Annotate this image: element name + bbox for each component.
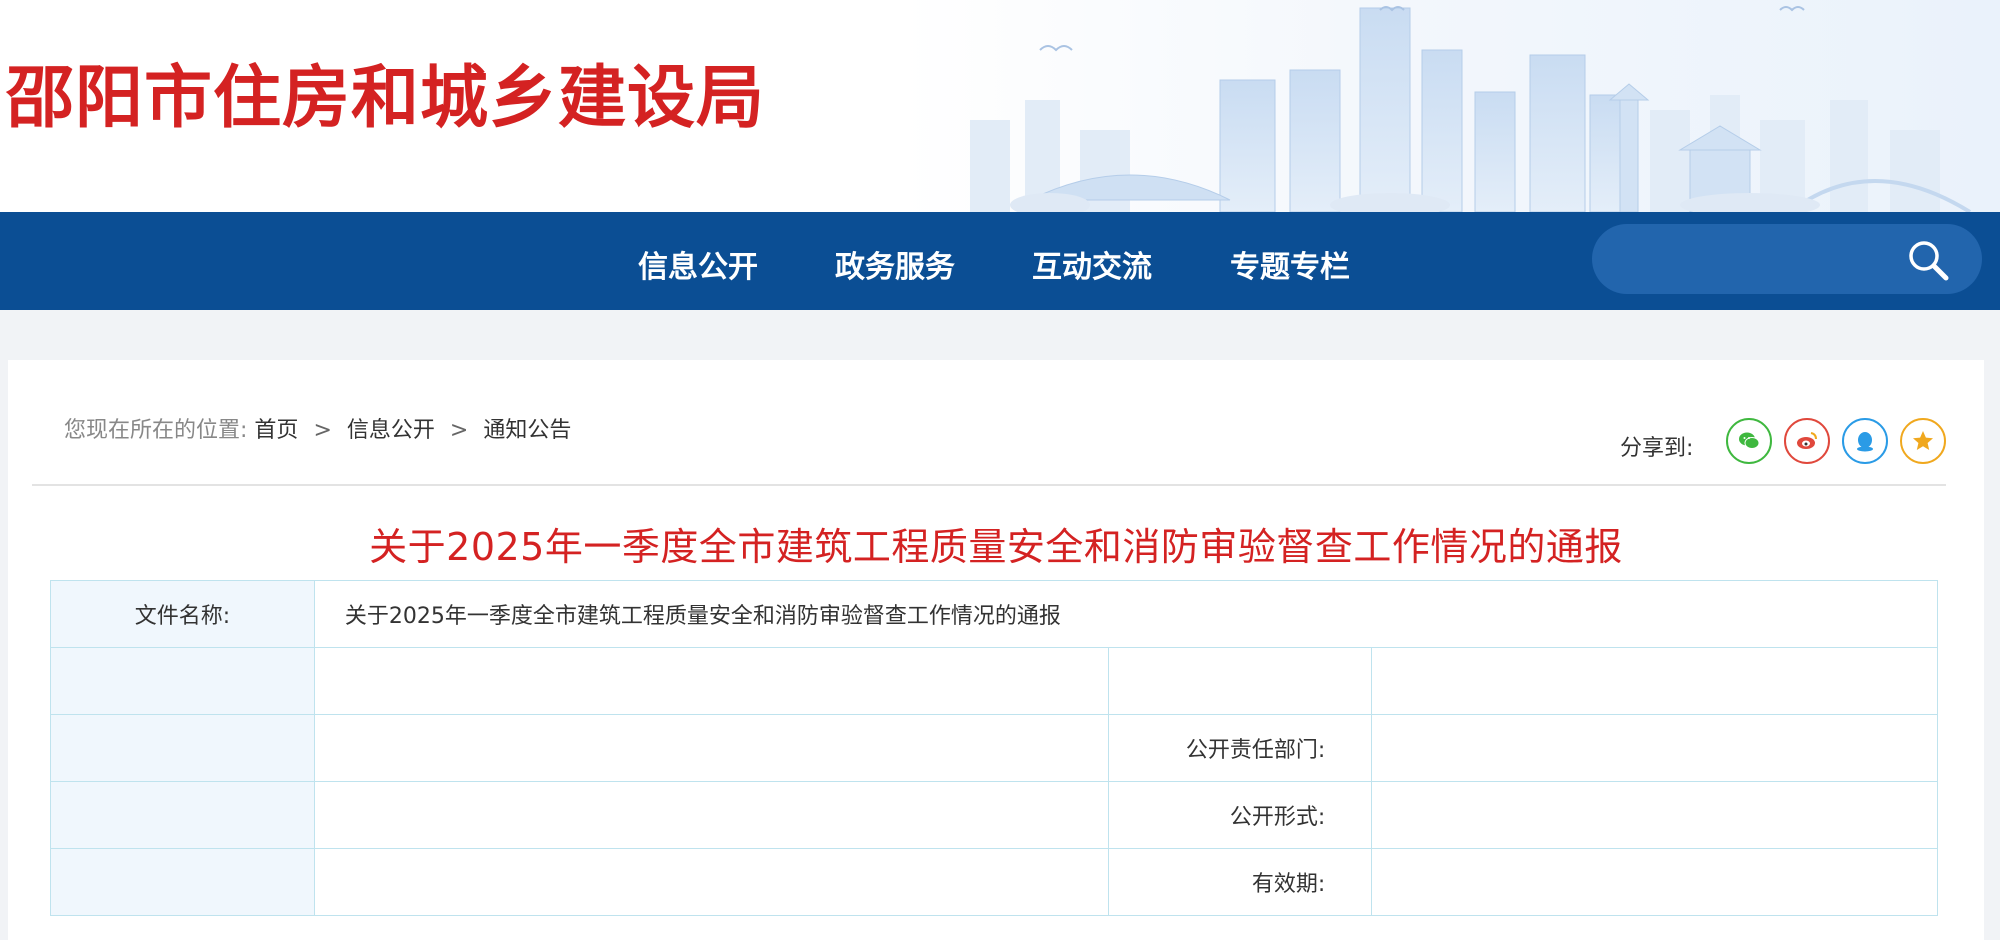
breadcrumb-separator: > (449, 418, 469, 443)
table-cell (50, 647, 315, 715)
search-box (1592, 224, 1982, 294)
divider (32, 484, 1946, 486)
table-cell (50, 848, 315, 916)
search-input[interactable] (1622, 238, 1892, 280)
share-weibo-button[interactable] (1784, 418, 1830, 464)
nav-item-special-topics[interactable]: 专题专栏 (1230, 242, 1350, 286)
search-icon[interactable] (1904, 236, 1952, 284)
share-qq-button[interactable] (1842, 418, 1888, 464)
table-cell (50, 714, 315, 782)
qq-icon (1857, 432, 1873, 452)
nav-item-interaction[interactable]: 互动交流 (1032, 242, 1152, 286)
table-cell (313, 781, 1110, 849)
table-cell (1371, 647, 1938, 715)
share-wechat-button[interactable] (1726, 418, 1772, 464)
table-cell (1371, 714, 1938, 782)
city-skyline-illustration (970, 6, 1972, 212)
share-favorite-button[interactable] (1900, 418, 1946, 464)
table-row: 有效期: (50, 848, 1938, 916)
content-card: 您现在所在的位置: 首页 > 信息公开 > 通知公告 分享到: 关于2025年一… (8, 360, 1984, 940)
file-name-value: 关于2025年一季度全市建筑工程质量安全和消防审验督查工作情况的通报 (313, 580, 1939, 648)
table-cell (313, 848, 1110, 916)
share-label: 分享到: (1620, 436, 1694, 461)
table-row: 公开形式: (50, 781, 1938, 849)
site-header: 邵阳市住房和城乡建设局 (0, 0, 2000, 212)
table-row: 公开责任部门: (50, 714, 1938, 782)
wechat-icon (1739, 432, 1760, 449)
table-row: 文件名称: 关于2025年一季度全市建筑工程质量安全和消防审验督查工作情况的通报 (50, 580, 1939, 648)
breadcrumb-prefix: 您现在所在的位置: (64, 418, 248, 443)
document-info-table: 文件名称: 关于2025年一季度全市建筑工程质量安全和消防审验督查工作情况的通报… (50, 580, 1939, 916)
weibo-icon (1797, 432, 1817, 449)
site-title[interactable]: 邵阳市住房和城乡建设局 (6, 42, 765, 141)
disclosure-form-label: 公开形式: (1108, 781, 1373, 849)
validity-period-label: 有效期: (1108, 848, 1373, 916)
breadcrumb-info-disclosure[interactable]: 信息公开 (347, 418, 435, 443)
table-row (50, 647, 1938, 715)
breadcrumb-separator: > (313, 418, 332, 443)
breadcrumb: 您现在所在的位置: 首页 > 信息公开 > 通知公告 (64, 412, 571, 444)
article-title: 关于2025年一季度全市建筑工程质量安全和消防审验督查工作情况的通报 (369, 525, 1623, 569)
breadcrumb-home[interactable]: 首页 (254, 418, 298, 443)
table-cell (313, 647, 1110, 715)
nav-item-info-disclosure[interactable]: 信息公开 (638, 242, 758, 286)
responsible-department-label: 公开责任部门: (1108, 714, 1373, 782)
table-cell (1108, 647, 1373, 715)
breadcrumb-notices[interactable]: 通知公告 (483, 418, 571, 443)
table-cell (313, 714, 1110, 782)
file-name-label: 文件名称: (50, 580, 315, 648)
table-cell (1371, 848, 1938, 916)
table-cell (50, 781, 315, 849)
star-icon (1913, 431, 1933, 450)
nav-item-government-services[interactable]: 政务服务 (835, 242, 955, 286)
table-cell (1371, 781, 1938, 849)
